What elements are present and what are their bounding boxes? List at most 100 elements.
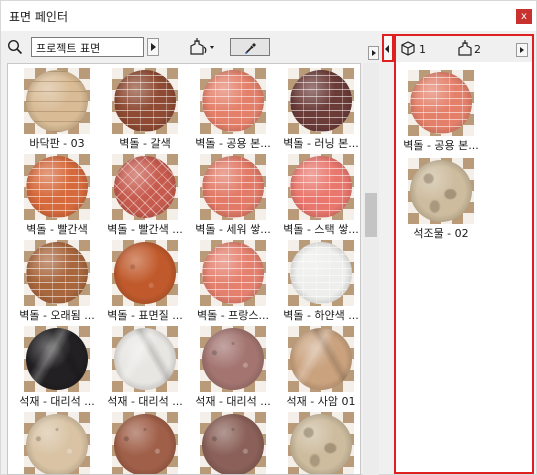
material-thumbnail xyxy=(200,68,266,134)
search-filter-field[interactable]: 프로젝트 표면 xyxy=(31,37,144,57)
material-label: 벽돌 - 공용 본... xyxy=(195,137,271,150)
material-label: 석조물 - 02 xyxy=(413,227,469,240)
material-tile[interactable]: 벽돌 - 프랑스... xyxy=(190,236,276,322)
material-thumbnail xyxy=(288,154,354,220)
material-label: 벽돌 - 빨간색 xyxy=(26,223,88,236)
material-sphere-preview xyxy=(114,70,176,132)
material-tile[interactable]: 석재 - 대리석 ... xyxy=(190,322,276,408)
applied-surfaces-header: 1 2 xyxy=(396,36,532,62)
material-sphere-preview xyxy=(26,414,88,474)
material-label: 벽돌 - 러닝 본... xyxy=(283,137,359,150)
material-thumbnail xyxy=(288,68,354,134)
material-thumbnail xyxy=(24,154,90,220)
material-tile[interactable]: 벽돌 - 하얀색 ... xyxy=(278,236,360,322)
material-sphere-preview xyxy=(202,414,264,474)
grid-scrollbar[interactable] xyxy=(363,63,379,475)
search-menu-arrow-button[interactable] xyxy=(147,38,159,56)
window-title: 표면 페인터 xyxy=(9,10,69,24)
material-label: 석재 - 대리석 ... xyxy=(19,395,95,408)
material-sphere-preview xyxy=(290,70,352,132)
material-label: 벽돌 - 공용 본... xyxy=(403,139,479,152)
side-panel-options-arrow-button[interactable] xyxy=(516,43,528,57)
material-thumbnail xyxy=(112,240,178,306)
material-tile[interactable]: 벽돌 - 갈색 xyxy=(102,64,188,150)
material-tile[interactable]: 벽돌 - 공용 본... xyxy=(190,64,276,150)
material-thumbnail xyxy=(288,326,354,392)
cube-icon xyxy=(401,41,415,56)
material-label: 벽돌 - 오래됨 ... xyxy=(19,309,95,322)
material-tile[interactable]: 벽돌 - 스택 쌓... xyxy=(278,150,360,236)
material-thumbnail xyxy=(200,240,266,306)
material-sphere-preview xyxy=(26,328,88,390)
material-tile[interactable] xyxy=(190,408,276,474)
material-sphere-preview xyxy=(202,242,264,304)
applied-surfaces-panel: 1 2 벽돌 - 공용 본... 석조물 - 02 xyxy=(394,34,534,474)
material-tile[interactable] xyxy=(278,408,360,474)
material-thumbnail xyxy=(24,326,90,392)
material-thumbnail xyxy=(112,154,178,220)
material-sphere-preview xyxy=(290,156,352,218)
material-tile[interactable]: 바닥판 - 03 xyxy=(14,64,100,150)
material-sphere-preview xyxy=(114,414,176,474)
material-thumbnail xyxy=(24,240,90,306)
material-sphere-preview xyxy=(410,72,472,134)
material-tile[interactable]: 벽돌 - 표면질 ... xyxy=(102,236,188,322)
paint-bucket-icon xyxy=(458,40,472,56)
material-thumbnail xyxy=(112,68,178,134)
material-label: 석재 - 대리석 ... xyxy=(107,395,183,408)
grid-options-arrow-button[interactable] xyxy=(368,46,379,60)
material-label: 벽돌 - 표면질 ... xyxy=(107,309,183,322)
material-grid: 바닥판 - 03 벽돌 - 갈색 벽돌 - 공용 본... 벽돌 - 러닝 본... 벽… xyxy=(7,63,361,475)
material-sphere-preview xyxy=(26,70,88,132)
toolbar: 프로젝트 표면 xyxy=(1,32,381,62)
material-thumbnail xyxy=(200,154,266,220)
scrollbar-thumb[interactable] xyxy=(365,193,377,237)
cube-count: 1 xyxy=(419,43,426,56)
material-tile[interactable]: 벽돌 - 세워 쌓... xyxy=(190,150,276,236)
material-tile[interactable] xyxy=(102,408,188,474)
material-sphere-preview xyxy=(26,156,88,218)
material-thumbnail xyxy=(112,412,178,474)
material-sphere-preview xyxy=(290,328,352,390)
material-label: 벽돌 - 세워 쌓... xyxy=(195,223,271,236)
material-sphere-preview xyxy=(114,156,176,218)
material-label: 바닥판 - 03 xyxy=(29,137,85,150)
material-tile[interactable]: 석재 - 사암 01 xyxy=(278,322,360,408)
magnifier-icon[interactable] xyxy=(7,39,23,55)
material-sphere-preview xyxy=(202,156,264,218)
collapse-side-panel-button[interactable] xyxy=(382,34,394,62)
material-tile[interactable]: 벽돌 - 빨간색 ... xyxy=(102,150,188,236)
close-button[interactable]: x xyxy=(516,9,532,24)
material-tile[interactable]: 석재 - 대리석 ... xyxy=(102,322,188,408)
paint-bucket-icon xyxy=(190,38,214,55)
material-sphere-preview xyxy=(290,414,352,474)
material-sphere-preview xyxy=(290,242,352,304)
material-label: 벽돌 - 갈색 xyxy=(119,137,171,150)
material-thumbnail xyxy=(408,70,474,136)
material-tile[interactable]: 벽돌 - 오래됨 ... xyxy=(14,236,100,322)
material-tile[interactable] xyxy=(14,408,100,474)
applied-surface-tile[interactable]: 석조물 - 02 xyxy=(398,154,484,240)
material-thumbnail xyxy=(112,326,178,392)
material-thumbnail xyxy=(24,68,90,134)
material-tile[interactable]: 벽돌 - 빨간색 xyxy=(14,150,100,236)
material-label: 벽돌 - 하얀색 ... xyxy=(283,309,359,322)
paint-bucket-button[interactable] xyxy=(187,37,221,57)
material-label: 석재 - 사암 01 xyxy=(286,395,356,408)
material-label: 벽돌 - 프랑스... xyxy=(196,309,270,322)
material-label: 벽돌 - 빨간색 ... xyxy=(107,223,183,236)
eyedropper-icon xyxy=(245,43,256,54)
material-sphere-preview xyxy=(410,160,472,222)
material-thumbnail xyxy=(200,412,266,474)
material-tile[interactable]: 석재 - 대리석 ... xyxy=(14,322,100,408)
applied-surface-tile[interactable]: 벽돌 - 공용 본... xyxy=(398,66,484,152)
material-thumbnail xyxy=(24,412,90,474)
material-label: 석재 - 대리석 ... xyxy=(195,395,271,408)
bucket-count: 2 xyxy=(474,43,481,56)
eyedropper-button[interactable] xyxy=(230,38,270,56)
material-label: 벽돌 - 스택 쌓... xyxy=(283,223,359,236)
material-sphere-preview xyxy=(114,328,176,390)
material-thumbnail xyxy=(288,240,354,306)
material-tile[interactable]: 벽돌 - 러닝 본... xyxy=(278,64,360,150)
material-thumbnail xyxy=(408,158,474,224)
